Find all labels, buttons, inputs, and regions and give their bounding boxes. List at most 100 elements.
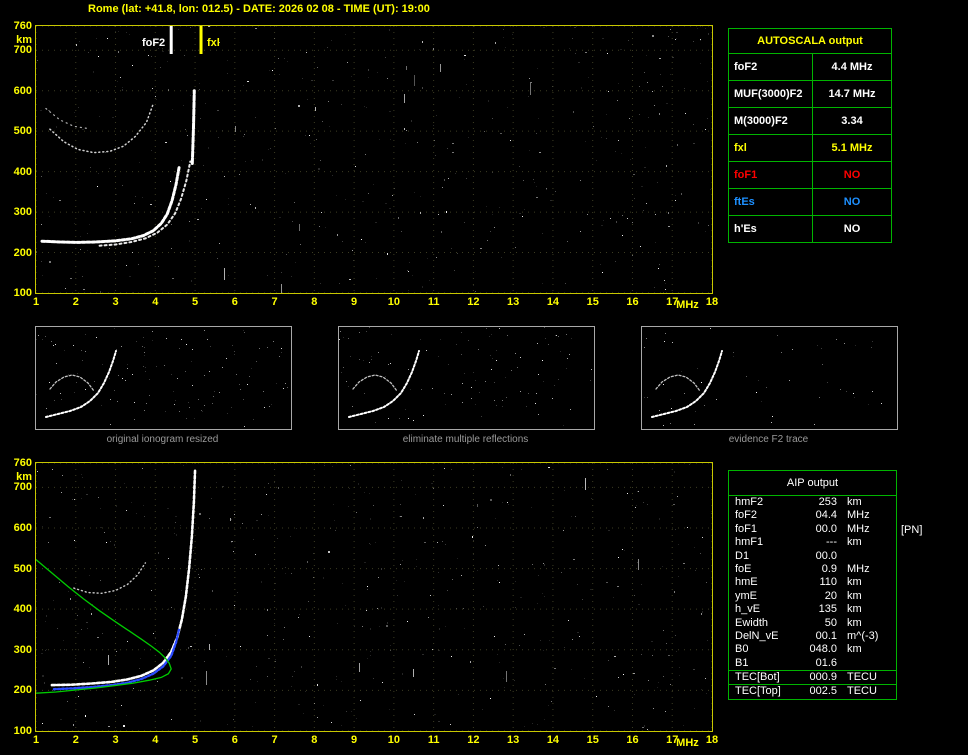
x-tick-label: 13 [507,296,520,308]
y-tick-label: 760 [13,20,32,32]
aip-unit: m^(-3) [847,629,879,642]
aip-param: TEC[Bot] [735,671,780,684]
aip-unit: TECU [847,685,877,698]
aip-row-hmF2: hmF2 253 km [729,496,896,509]
x-tick-label: 7 [271,734,278,746]
aip-value: 50 [824,616,837,629]
x-tick-label: 12 [467,296,480,308]
marker-line-foF2 [169,26,173,54]
autoscala-value: 3.34 [841,115,863,127]
x-tick-label: 9 [351,296,358,308]
y-tick-label: 700 [13,481,32,494]
aip-value: 00.1 [815,629,837,642]
aip-value: 110 [819,576,837,589]
marker-line-fxl [199,26,203,54]
autoscala-param: foF1 [729,162,813,188]
autoscala-row-fxl: fxl 5.1 MHz [729,135,891,162]
thumb-trace [348,350,420,418]
aip-unit: MHz [847,522,870,535]
aip-row-B0: B0 048.0 km [729,643,896,656]
aip-output-table: AIP output hmF2 253 km foF2 04.4 MHz foF1 00.0 M… [728,470,897,700]
aip-value: --- [826,536,837,549]
thumbnail-caption-evidence: evidence F2 trace [728,434,809,445]
y-tick-label: 500 [13,562,32,575]
ionogram-top-plot: foF2 fxl 760 km 700 600 500 400 300 200 100 1 2 3 4 5 6 7… [14,20,718,311]
thumb-trace [49,374,95,392]
aip-value: 002.5 [809,685,837,698]
x-tick-label: 7 [271,296,278,308]
aip-param: B1 [735,656,749,669]
aip-value: 00.0 [815,522,837,535]
x-tick-label: 10 [387,296,400,308]
x-tick-label: 15 [586,734,599,746]
x-tick-label: 8 [311,296,318,308]
second-hop-trace [73,562,147,595]
aip-param: hmF1 [735,536,764,549]
autoscala-row-foF1: foF1 NO [729,162,891,189]
aip-table-title: AIP output [729,471,896,496]
autoscala-table-rows: foF2 4.4 MHz MUF(3000)F2 14.7 MHz M(3000)F2 3… [729,54,891,242]
x-tick-label: 2 [72,296,79,308]
autoscala-param: foF2 [729,54,813,80]
autoscala-param: h'Es [729,216,813,242]
aip-value: 000.9 [809,671,837,684]
aip-param: Ewidth [735,616,769,629]
ionogram-top-canvas: foF2 fxl [36,26,712,293]
aip-row-h_vE: h_vE 135 km [729,603,896,616]
aip-value: 00.0 [815,549,837,562]
aip-unit: km [847,589,862,602]
autoscala-table-title: AUTOSCALA output [729,29,891,54]
y-tick-label: 300 [13,643,32,656]
aip-param: foF1 [735,522,758,535]
aip-unit: km [847,616,862,629]
x-tick-label: 6 [231,734,238,746]
thumb-trace [651,350,723,418]
y-tick-label: 400 [13,603,32,616]
y-tick-label: 200 [13,246,32,259]
x-tick-label: 4 [152,296,159,308]
aip-value: 20 [824,589,837,602]
aip-param: h_vE [735,603,761,616]
x-tick-label: 16 [626,734,639,746]
autoscala-value: NO [843,223,861,235]
aip-row-Ewidth: Ewidth 50 km [729,617,896,630]
x-tick-label: 8 [311,734,318,746]
aip-unit: MHz [847,509,870,522]
aip-param: TEC[Top] [735,685,781,698]
x-tick-label: 11 [427,296,440,308]
x-tick-label: 14 [546,296,560,308]
aip-value: 0.9 [821,562,837,575]
aip-value: 01.6 [815,656,837,669]
aip-row-foF1: foF1 00.0 MHz [729,523,896,536]
aip-row-TEC[Bot]: TEC[Bot] 000.9 TECU [729,670,896,684]
aip-value: 135 [818,603,837,616]
autoscala-row-foF2: foF2 4.4 MHz [729,54,891,81]
aip-param: foE [735,562,752,575]
F2-trace [50,467,197,687]
aip-unit [837,550,847,563]
y-tick-label: 600 [13,521,32,534]
aip-param: hmF2 [735,496,764,508]
second-hop-trace-2 [45,107,91,130]
aip-value: 048.0 [809,643,837,656]
autoscala-row-MUF(3000)F2: MUF(3000)F2 14.7 MHz [729,81,891,108]
aip-param: DelN_vE [735,629,779,642]
y-tick-label: 760 [13,457,32,469]
autoscala-value: 5.1 MHz [831,142,873,154]
aip-param: hmE [735,576,758,589]
second-hop-trace [49,102,155,154]
x-tick-label: 6 [231,296,238,308]
aip-param: foF2 [735,509,758,522]
thumbnail-original-ionogram [35,326,292,430]
y-tick-label: 400 [13,165,32,178]
thumbnail-eliminate-reflections [338,326,595,430]
x-tick-label: 3 [112,734,119,746]
y-tick-label: 300 [13,206,32,219]
aip-value: 04.4 [815,509,837,522]
F2-asymptote [190,89,196,165]
aip-unit: km [847,536,862,549]
thumb-2-canvas [644,328,882,426]
x-tick-label: 18 [705,734,719,746]
aip-row-TEC[Top]: TEC[Top] 002.5 TECU [729,684,896,698]
x-axis-unit: MHz [676,299,699,311]
